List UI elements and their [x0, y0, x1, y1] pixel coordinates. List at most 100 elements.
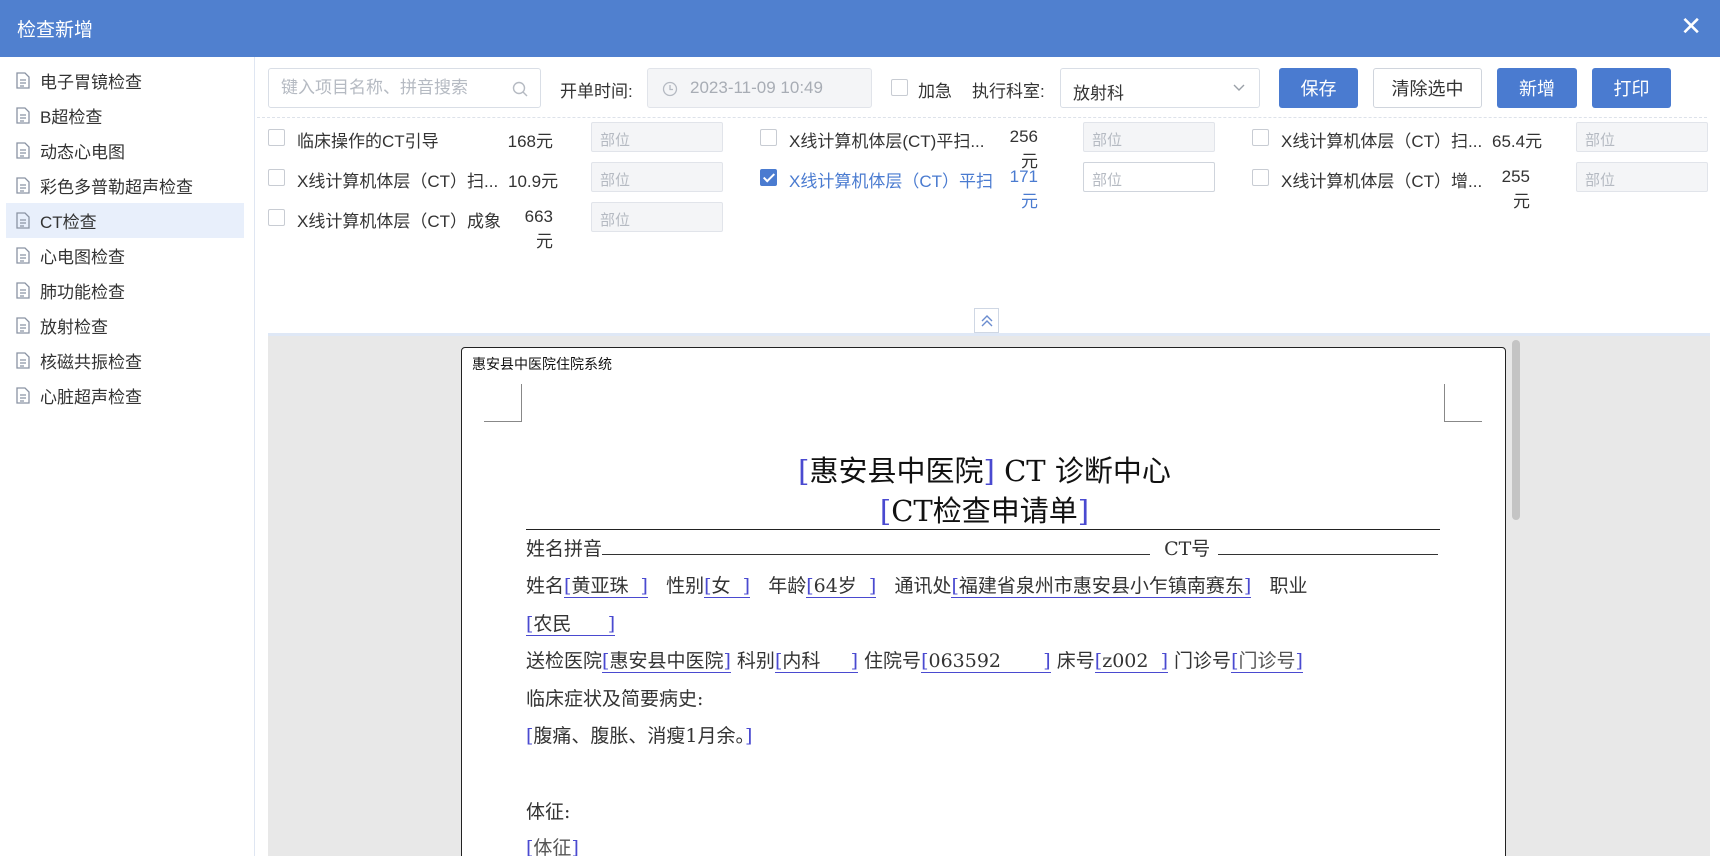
- window-title: 检查新增: [17, 20, 94, 41]
- exam-item[interactable]: 临床操作的CT引导 168元 部位: [268, 122, 723, 152]
- exam-item-price: 255元: [1501, 167, 1530, 211]
- document-icon: [16, 142, 30, 159]
- header-rule: [526, 529, 1440, 530]
- dept-value: 内科: [782, 650, 821, 672]
- preview-page: 惠安县中医院住院系统 [惠安县中医院] CT 诊断中心 [CT检查申请单] 姓名…: [461, 347, 1506, 856]
- exam-item-checkbox[interactable]: [1252, 129, 1269, 146]
- pinyin-label: 姓名拼音: [526, 538, 603, 560]
- exam-item[interactable]: X线计算机体层（CT）成象 663元 部位: [268, 202, 723, 251]
- exam-item-name: 临床操作的CT引导: [297, 132, 439, 151]
- open-time-field[interactable]: 2023-11-09 10:49: [647, 68, 872, 108]
- exam-item[interactable]: X线计算机体层（CT）增... 255元 部位: [1252, 162, 1708, 211]
- exam-item-checkbox[interactable]: [268, 209, 285, 226]
- outpatient-value: 门诊号: [1238, 650, 1296, 672]
- bed-value: z002: [1102, 650, 1149, 672]
- document-icon: [16, 247, 30, 264]
- dept-select[interactable]: 放射科: [1060, 68, 1260, 108]
- sidebar-item[interactable]: B超检查: [6, 98, 244, 133]
- sidebar-item[interactable]: 动态心电图: [6, 133, 244, 168]
- search-input[interactable]: [281, 77, 501, 99]
- crop-mark-right: [1444, 384, 1482, 422]
- history-row: [腹痛、腹胀、消瘦1月余。]: [526, 725, 753, 747]
- urgent-checkbox[interactable]: [891, 79, 908, 96]
- address-field: [福建省泉州市惠安县小乍镇南赛东]: [951, 575, 1252, 598]
- exam-item[interactable]: X线计算机体层（CT）扫... 10.9元 部位: [268, 162, 723, 192]
- exam-item-part-input[interactable]: 部位: [591, 202, 723, 232]
- document-icon: [16, 72, 30, 89]
- exam-item-name: X线计算机体层（CT）扫...: [1281, 132, 1483, 151]
- exam-item-price: 65.4元: [1492, 132, 1543, 151]
- exam-item-checkbox[interactable]: [760, 169, 777, 186]
- history-label: 临床症状及简要病史:: [526, 688, 704, 710]
- sidebar-item[interactable]: 心脏超声检查: [6, 378, 244, 413]
- sidebar-item[interactable]: 核磁共振检查: [6, 343, 244, 378]
- close-icon[interactable]: ✕: [1680, 12, 1702, 40]
- ct-no-label: CT号: [1164, 538, 1211, 560]
- sidebar-item[interactable]: 肺功能检查: [6, 273, 244, 308]
- name-value: 黄亚珠: [571, 575, 629, 597]
- sign-label: 体征:: [526, 801, 571, 823]
- exam-item-checkbox[interactable]: [268, 129, 285, 146]
- send-hospital-field: [惠安县中医院]: [602, 650, 731, 673]
- exam-item-part-input[interactable]: 部位: [591, 162, 723, 192]
- history-value: 腹痛、腹胀、消瘦1月余。: [533, 725, 746, 747]
- exam-item-part-input[interactable]: 部位: [1576, 122, 1708, 152]
- sidebar-item[interactable]: 放射检查: [6, 308, 244, 343]
- exam-item-checkbox[interactable]: [268, 169, 285, 186]
- exam-item[interactable]: X线计算机体层(CT)平扫... 256元 部位: [760, 122, 1215, 171]
- sidebar-item[interactable]: 彩色多普勒超声检查: [6, 168, 244, 203]
- sidebar-item[interactable]: 电子胃镜检查: [6, 63, 244, 98]
- open-time-value: 2023-11-09 10:49: [690, 78, 823, 97]
- exam-item-checkbox[interactable]: [760, 129, 777, 146]
- print-button[interactable]: 打印: [1592, 68, 1671, 108]
- sidebar-item-label: 动态心电图: [40, 143, 125, 162]
- title-bar: 检查新增 ✕: [0, 0, 1720, 57]
- exam-item[interactable]: X线计算机体层（CT）扫... 65.4元 部位: [1252, 122, 1708, 152]
- gender-label: 性别: [666, 575, 705, 597]
- sidebar-item-label: B超检查: [40, 108, 103, 127]
- inpatient-no-field: [063592 ]: [921, 650, 1051, 673]
- document-icon: [16, 352, 30, 369]
- add-button[interactable]: 新增: [1497, 68, 1577, 108]
- exam-item-name: X线计算机体层（CT）扫...: [297, 172, 499, 191]
- sidebar-item-label: 彩色多普勒超声检查: [40, 178, 193, 197]
- search-icon[interactable]: [512, 81, 528, 97]
- pinyin-row: 姓名拼音 CT号: [526, 534, 1439, 561]
- exam-item-selected[interactable]: X线计算机体层（CT）平扫 171元 部位: [760, 162, 1215, 211]
- hospital-row: 送检医院[惠安县中医院] 科别[内科 ] 住院号[063592 ] 床号[z00…: [526, 646, 1303, 673]
- exam-item-price: 10.9元: [508, 172, 559, 191]
- exam-item-part-input[interactable]: 部位: [1083, 122, 1215, 152]
- job-row: [农民 ]: [526, 609, 616, 636]
- document-icon: [16, 177, 30, 194]
- outpatient-label: 门诊号: [1174, 650, 1232, 672]
- exam-item-name: X线计算机体层（CT）成象: [297, 212, 501, 231]
- sign-value: 体征: [533, 837, 572, 856]
- doc-form-title: CT检查申请单: [891, 494, 1078, 528]
- age-value: 64岁: [813, 575, 857, 597]
- doc-form-title-row: [CT检查申请单]: [879, 494, 1090, 528]
- sidebar-item-active[interactable]: CT检查: [6, 203, 244, 238]
- sidebar-item[interactable]: 心电图检查: [6, 238, 244, 273]
- exam-item-part-input[interactable]: 部位: [1083, 162, 1215, 192]
- inpatient-no-value: 063592: [928, 650, 1002, 672]
- system-name: 惠安县中医院住院系统: [472, 357, 612, 373]
- doc-hospital: 惠安县中医院: [809, 454, 984, 488]
- collapse-button[interactable]: [974, 308, 999, 333]
- urgent-label: 加急: [918, 82, 952, 101]
- exam-item-name: X线计算机体层(CT)平扫...: [789, 132, 985, 151]
- exam-item-checkbox[interactable]: [1252, 169, 1269, 186]
- clear-selection-button[interactable]: 清除选中: [1373, 68, 1482, 108]
- exam-item-part-input[interactable]: 部位: [1576, 162, 1708, 192]
- exam-item-part-input[interactable]: 部位: [591, 122, 723, 152]
- document-icon: [16, 387, 30, 404]
- sidebar-item-label: CT检查: [40, 213, 97, 232]
- document-icon: [16, 212, 30, 229]
- address-label: 通讯处: [894, 575, 952, 597]
- preview-scrollbar[interactable]: [1512, 340, 1520, 520]
- job-value: 农民: [533, 613, 572, 635]
- save-button[interactable]: 保存: [1279, 68, 1358, 108]
- document-icon: [16, 282, 30, 299]
- search-box: [268, 68, 541, 108]
- dept-field: [内科 ]: [774, 650, 858, 673]
- pinyin-underline: [602, 554, 1151, 555]
